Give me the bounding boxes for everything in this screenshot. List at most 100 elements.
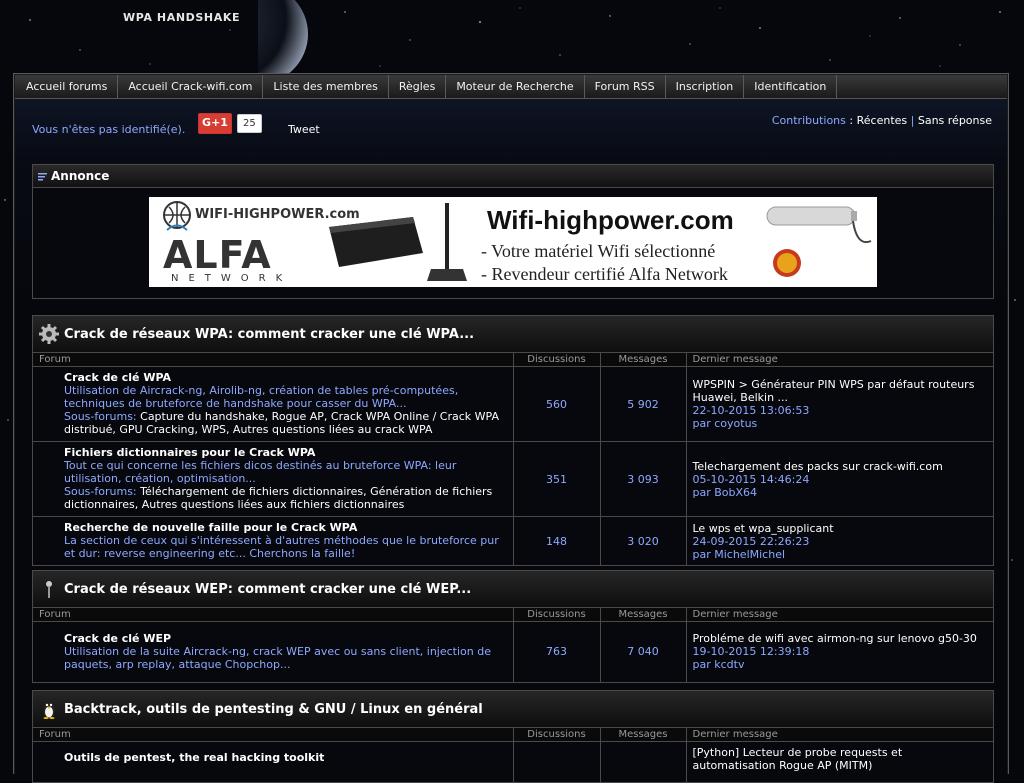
banner-line-2: - Revendeur certifié Alfa Network (481, 264, 728, 284)
last-post-author: par BobX64 (692, 485, 758, 499)
category-header: Backtrack, outils de pentesting & GNU / … (33, 691, 993, 728)
nav-identification[interactable]: Identification (744, 75, 838, 98)
main-navbar: Accueil forums Accueil Crack-wifi.com Li… (15, 75, 1007, 99)
subforums-label: Sous-forums: (64, 485, 137, 498)
gplus-count: 25 (237, 114, 262, 133)
posts-count: 3 093 (600, 441, 687, 517)
nav-accueil-forums[interactable]: Accueil forums (15, 75, 119, 98)
posts-count: 7 040 (600, 621, 687, 682)
last-post-date[interactable]: 24-09-2015 22:26:23 (693, 535, 988, 548)
banner-alfa-logo: ALFA (163, 233, 272, 277)
recentes-link[interactable]: Récentes (857, 114, 908, 127)
last-post-date[interactable]: 22-10-2015 13:06:53 (693, 404, 988, 417)
column-topics: Discussions (513, 353, 601, 367)
posts-count: 5 902 (600, 366, 687, 442)
nav-liste-membres[interactable]: Liste des membres (263, 75, 389, 98)
adapter-image (329, 203, 467, 281)
sans-reponse-link[interactable]: Sans réponse (918, 114, 992, 127)
last-post-author: par coyotus (692, 417, 758, 430)
forum-table: Forum Discussions Messages Dernier messa… (33, 608, 993, 682)
separator: : (849, 114, 854, 127)
announcement-header: Annonce (33, 165, 993, 188)
category-header: Crack de réseaux WEP: comment cracker un… (33, 571, 993, 608)
column-posts: Messages (600, 353, 687, 367)
nav-inscription[interactable]: Inscription (666, 75, 745, 98)
column-last: Dernier message (686, 353, 993, 367)
gplus-button[interactable]: G+1 (198, 113, 232, 134)
contributions-label: Contributions (771, 114, 846, 127)
banner-line-1: - Votre matériel Wifi sélectionné (481, 241, 716, 261)
banner-domain: Wifi-highpower.com (487, 205, 734, 235)
ad-banner[interactable]: WIFI-HIGHPOWER.com ALFA NETWORK Wifi-hig… (149, 197, 877, 287)
banner-network-text: NETWORK (171, 273, 293, 284)
forum-table: Forum Discussions Messages Dernier messa… (33, 728, 993, 782)
category-wpa: Crack de réseaux WPA: comment cracker un… (32, 315, 994, 566)
forum-row: Fichiers dictionnaires pour le Crack WPA… (33, 441, 993, 517)
category-backtrack: Backtrack, outils de pentesting & GNU / … (32, 690, 994, 783)
last-post-title[interactable]: [Python] Lecteur de probe requests et au… (693, 746, 988, 772)
topics-count: 560 (513, 366, 601, 442)
forum-description: Utilisation de la suite Aircrack-ng, cra… (64, 644, 491, 671)
posts-count (600, 741, 687, 782)
column-topics: Discussions (513, 608, 601, 622)
list-icon (38, 172, 47, 180)
last-post-date[interactable]: 05-10-2015 14:46:24 (693, 473, 988, 486)
forum-description: Utilisation de Aircrack-ng, Airolib-ng, … (64, 384, 459, 410)
category-header: Crack de réseaux WPA: comment cracker un… (33, 316, 993, 353)
column-last: Dernier message (686, 608, 993, 622)
forum-title[interactable]: Outils de pentest, the real hacking tool… (64, 751, 507, 764)
quick-links: Contributions : Récentes | Sans réponse (772, 114, 992, 127)
penguin-icon (43, 702, 55, 719)
forum-description: Tout ce qui concerne les fichiers dicos … (64, 459, 457, 485)
category-wep: Crack de réseaux WEP: comment cracker un… (32, 570, 994, 683)
antenna-icon (46, 581, 52, 598)
posts-count: 3 020 (600, 516, 687, 565)
site-header: WPA HANDSHAKE (0, 0, 1024, 74)
column-forum: Forum (33, 608, 514, 622)
login-status: Vous n'êtes pas identifié(e). (32, 123, 186, 136)
last-post-title[interactable]: Probléme de wifi avec airmon-ng sur leno… (693, 632, 988, 645)
subforums-label: Sous-forums: (64, 410, 137, 423)
forum-row: Crack de clé WPA Utilisation de Aircrack… (33, 366, 993, 442)
column-forum: Forum (33, 728, 514, 742)
last-post-author: par kcdtv (692, 658, 745, 672)
last-post-author: par MichelMichel (692, 547, 786, 561)
forum-title[interactable]: Crack de clé WEP (64, 632, 507, 645)
gear-icon (39, 324, 59, 344)
forum-row: Outils de pentest, the real hacking tool… (33, 741, 993, 782)
content-area: Vous n'êtes pas identifié(e). G+1 25 Twe… (15, 99, 1007, 783)
column-topics: Discussions (513, 728, 601, 742)
forum-row: Crack de clé WEP Utilisation de la suite… (33, 621, 993, 682)
separator: | (910, 114, 915, 127)
nav-regles[interactable]: Règles (389, 75, 447, 98)
planet-graphic (258, 0, 308, 74)
topics-count: 148 (513, 516, 601, 565)
topics-count (513, 741, 601, 782)
category-title[interactable]: Backtrack, outils de pentesting & GNU / … (64, 702, 483, 717)
forum-title[interactable]: Crack de clé WPA (64, 371, 507, 384)
nav-accueil-crack-wifi[interactable]: Accueil Crack-wifi.com (118, 75, 264, 98)
column-last: Dernier message (686, 728, 993, 742)
gplus-widget[interactable]: G+1 25 (198, 113, 262, 134)
antenna-product-image (766, 206, 872, 277)
forum-table: Forum Discussions Messages Dernier messa… (33, 353, 993, 565)
category-title[interactable]: Crack de réseaux WEP: comment cracker un… (64, 582, 471, 597)
nav-moteur-recherche[interactable]: Moteur de Recherche (446, 75, 585, 98)
last-post-title[interactable]: Telechargement des packs sur crack-wifi.… (693, 460, 988, 473)
column-posts: Messages (600, 728, 687, 742)
forum-title[interactable]: Recherche de nouvelle faille pour le Cra… (64, 521, 507, 534)
last-post-title[interactable]: Le wps et wpa_supplicant (693, 522, 988, 535)
forum-title[interactable]: Fichiers dictionnaires pour le Crack WPA (64, 446, 507, 459)
topics-count: 351 (513, 441, 601, 517)
last-post-date[interactable]: 19-10-2015 12:39:18 (693, 645, 988, 658)
announcement-box: Annonce WIFI-HIGHPOWER.com ALFA NETWORK (32, 164, 994, 299)
nav-forum-rss[interactable]: Forum RSS (585, 75, 666, 98)
announcement-title: Annonce (51, 169, 110, 183)
column-posts: Messages (600, 608, 687, 622)
topics-count: 763 (513, 621, 601, 682)
last-post-title[interactable]: WPSPIN > Générateur PIN WPS par défaut r… (693, 378, 988, 404)
site-title: WPA HANDSHAKE (123, 11, 241, 24)
forum-description: La section de ceux qui s'intéressent à d… (64, 534, 499, 560)
tweet-button[interactable]: Tweet (288, 123, 320, 136)
category-title[interactable]: Crack de réseaux WPA: comment cracker un… (64, 327, 474, 342)
